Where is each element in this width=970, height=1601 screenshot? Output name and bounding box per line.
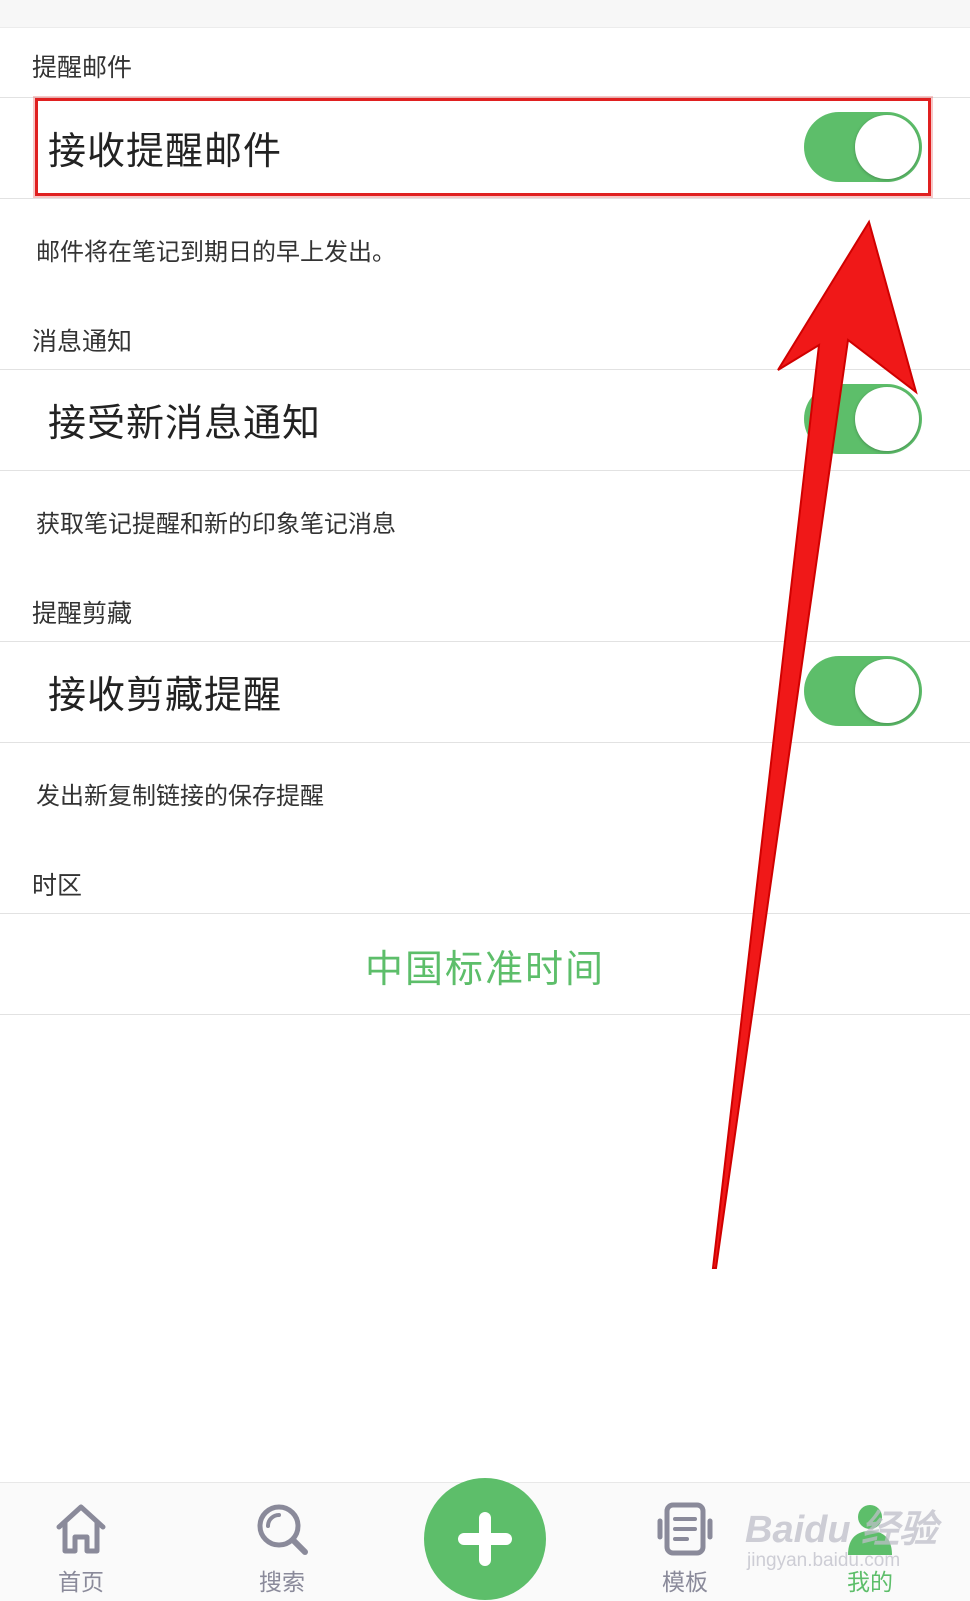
row-label-receive-clip-reminder: 接收剪藏提醒 xyxy=(48,673,283,717)
template-icon xyxy=(657,1502,713,1556)
toggle-knob xyxy=(855,387,919,451)
tab-home[interactable]: 首页 xyxy=(21,1483,141,1601)
row-label-receive-new-message: 接受新消息通知 xyxy=(48,401,322,445)
search-icon xyxy=(257,1504,308,1555)
description-clip-reminder: 发出新复制链接的保存提醒 xyxy=(36,782,324,810)
tab-search[interactable]: 搜索 xyxy=(222,1483,342,1601)
top-bar xyxy=(0,0,970,28)
tab-home-label: 首页 xyxy=(58,1570,104,1596)
toggle-receive-new-message[interactable] xyxy=(804,384,922,454)
row-receive-reminder-email[interactable]: 接收提醒邮件 xyxy=(0,97,970,199)
row-receive-new-message[interactable]: 接受新消息通知 xyxy=(0,369,970,471)
toggle-receive-reminder-email[interactable] xyxy=(804,112,922,182)
tab-templates[interactable]: 模板 xyxy=(625,1483,745,1601)
row-timezone[interactable]: 中国标准时间 xyxy=(0,913,970,1015)
section-title-reminder-email: 提醒邮件 xyxy=(32,53,133,82)
section-title-message-notification: 消息通知 xyxy=(32,327,133,356)
watermark-main: Baidu 经验 xyxy=(745,1509,938,1551)
tab-search-label: 搜索 xyxy=(259,1570,305,1596)
row-receive-clip-reminder[interactable]: 接收剪藏提醒 xyxy=(0,641,970,743)
toggle-knob xyxy=(855,115,919,179)
plus-icon-stroke xyxy=(479,1512,491,1566)
section-title-clip-reminder: 提醒剪藏 xyxy=(32,599,133,628)
timezone-value: 中国标准时间 xyxy=(364,947,605,991)
watermark: Baidu 经验 jingyan.baidu.com xyxy=(745,1490,960,1590)
add-note-button[interactable] xyxy=(424,1478,546,1600)
row-label-receive-reminder-email: 接收提醒邮件 xyxy=(48,129,283,173)
section-title-timezone: 时区 xyxy=(32,871,83,900)
description-reminder-email: 邮件将在笔记到期日的早上发出。 xyxy=(36,238,396,266)
description-message-notification: 获取笔记提醒和新的印象笔记消息 xyxy=(36,510,396,538)
watermark-sub: jingyan.baidu.com xyxy=(747,1550,901,1571)
home-icon xyxy=(56,1504,106,1554)
toggle-receive-clip-reminder[interactable] xyxy=(804,656,922,726)
toggle-knob xyxy=(855,659,919,723)
tab-templates-label: 模板 xyxy=(662,1570,708,1596)
